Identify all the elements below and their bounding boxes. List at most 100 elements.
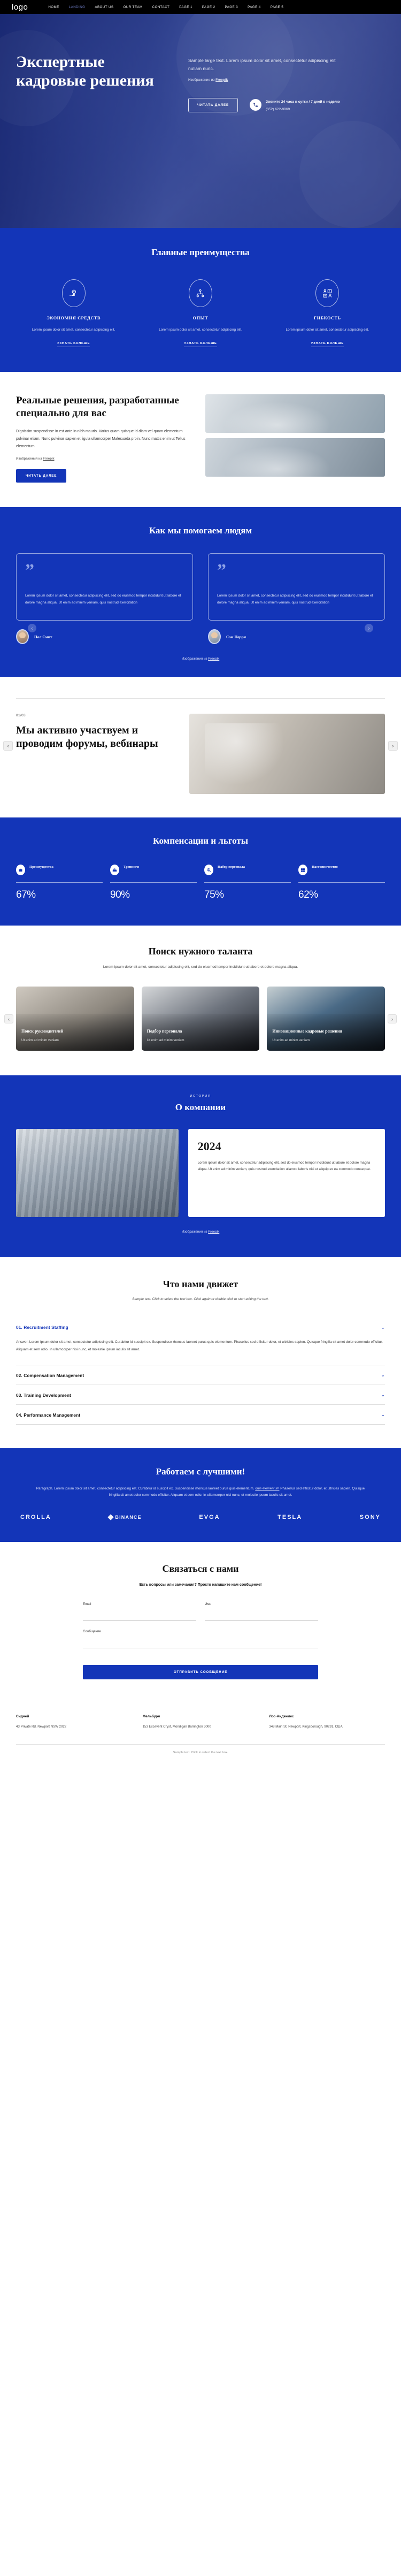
submit-message-button[interactable]: ОТПРАВИТЬ СООБЩЕНИЕ <box>83 1665 318 1680</box>
about-kicker: ИСТОРИЯ <box>190 1095 211 1098</box>
avatar <box>208 629 221 645</box>
contact-section: Связаться с нами Есть вопросы или замеча… <box>0 1542 401 1699</box>
about-credit-prefix: Изображения из <box>181 1230 209 1234</box>
hero-image-credit: Изображение из Freepik <box>188 78 385 82</box>
hero-credit-link[interactable]: Freepik <box>215 78 228 82</box>
hero-phone-text: Звоните 24 часа в сутки / 7 дней в недел… <box>266 99 340 112</box>
about-year-card: 2024 Lorem ipsum dolor sit amet, consect… <box>188 1129 385 1218</box>
group-icon <box>110 865 119 876</box>
nav-item-page-5[interactable]: PAGE 5 <box>271 5 284 9</box>
about-text: Lorem ipsum dolor sit amet, consectetur … <box>197 1161 371 1172</box>
faq-answer: Answer. Lorem ipsum dolor sit amet, cons… <box>16 1340 383 1351</box>
site-logo[interactable]: logo <box>12 3 28 12</box>
contact-lead: Есть вопросы или замечания? Просто напиш… <box>139 1583 262 1587</box>
chevron-down-icon[interactable]: ⌄ <box>381 1325 385 1330</box>
about-image-credit: Изображения из Freepik <box>16 1217 385 1236</box>
footer-office-address: 43 Private Rd, Newport NSW 2022 <box>16 1725 67 1729</box>
forum-slide-index: 01/03 <box>16 714 26 718</box>
nav-item-page-2[interactable]: PAGE 2 <box>202 5 215 9</box>
talent-next-arrow[interactable]: › <box>388 1014 397 1024</box>
chevron-down-icon[interactable]: ⌄ <box>381 1393 385 1397</box>
talent-card-desc: Ut enim ad minim veniam <box>21 1038 59 1043</box>
talent-prev-arrow[interactable]: ‹ <box>4 1014 13 1024</box>
solutions-photo-top <box>205 394 385 433</box>
nav-item-contact[interactable]: CONTACT <box>152 5 170 9</box>
stat-trainings: Тренинги 90% <box>110 865 197 901</box>
solutions-read-more-button[interactable]: ЧИТАТЬ ДАЛЕЕ <box>16 469 67 483</box>
site-footer: Сидней 43 Private Rd, Newport NSW 2022 М… <box>0 1699 401 1766</box>
faq-question: 02. Compensation Management <box>16 1372 84 1378</box>
solutions-credit-prefix: Изображения из <box>16 457 43 461</box>
stat-divider <box>16 882 103 883</box>
talent-card-executive-search[interactable]: Поиск руководителей Ut enim ad minim ven… <box>16 987 134 1051</box>
hand-coin-icon <box>61 279 86 307</box>
hero-read-more-button[interactable]: ЧИТАТЬ ДАЛЕЕ <box>188 97 238 112</box>
about-credit-link[interactable]: Freepik <box>208 1230 219 1234</box>
faq-item-compensation-management[interactable]: 02. Compensation Management ⌄ <box>16 1365 385 1385</box>
benefit-desc: Lorem ipsum dolor sit amet, consectetur … <box>286 328 369 332</box>
nav-item-page-4[interactable]: PAGE 4 <box>248 5 261 9</box>
talent-card-desc: Ut enim ad minim veniam <box>272 1038 310 1043</box>
partners-paragraph-link[interactable]: quis elementum <box>255 1487 279 1490</box>
testimonials-title: Как мы помогаем людям <box>149 525 252 536</box>
faq-question: 01. Recruitment Staffing <box>16 1325 68 1331</box>
stat-value: 67% <box>16 889 36 901</box>
talent-card-innovative-hr[interactable]: Инновационные кадровые решения Ut enim a… <box>267 987 385 1051</box>
talent-card-staff-selection[interactable]: Подбор персонала Ut enim ad minim veniam <box>141 987 260 1051</box>
partner-logo-binance[interactable]: BINANCE <box>107 1514 141 1520</box>
chevron-down-icon[interactable]: ⌄ <box>381 1373 385 1378</box>
partner-logo-evga[interactable]: EVGA <box>199 1514 220 1520</box>
message-field-wrap: Сообщение <box>83 1630 318 1651</box>
main-nav: HOME LANDING ABOUT US OUR TEAM CONTACT P… <box>48 5 283 9</box>
nav-item-home[interactable]: HOME <box>48 5 59 9</box>
nav-item-page-3[interactable]: PAGE 3 <box>225 5 238 9</box>
top-navbar: logo HOME LANDING ABOUT US OUR TEAM CONT… <box>0 0 401 14</box>
footer-office-address: 348 Main St, Newport, Kingsborough, 9029… <box>269 1725 343 1729</box>
forum-next-arrow[interactable]: › <box>388 741 398 751</box>
solutions-paragraph: Dignissim suspendisse in est ante in nib… <box>16 430 186 449</box>
phone-availability-label: Звоните 24 часа в сутки / 7 дней в недел… <box>266 100 340 104</box>
footer-office-melbourne: Мельбурн 153 Excevent Cryst, Mondigan Ba… <box>143 1715 259 1730</box>
name-label: Имя <box>205 1602 212 1607</box>
faq-item-recruitment-staffing[interactable]: 01. Recruitment Staffing ⌄ Answer. Lorem… <box>16 1317 385 1365</box>
faq-item-performance-management[interactable]: 04. Performance Management ⌄ <box>16 1405 385 1425</box>
testimonials-credit-link[interactable]: Freepik <box>208 657 219 661</box>
name-field-wrap: Имя <box>205 1602 318 1622</box>
partner-logos: CROLLA BINANCE EVGA TESLA SONY <box>16 1514 385 1520</box>
forum-section: ‹ › 01/03 Мы активно участвуем и проводи… <box>0 677 401 817</box>
benefit-learn-more-link[interactable]: УЗНАТЬ БОЛЬШЕ <box>57 342 90 347</box>
benefit-name: ЭКОНОМИЯ СРЕДСТВ <box>47 316 101 320</box>
talent-subtitle: Lorem ipsum dolor sit amet, consectetur … <box>103 965 298 969</box>
chevron-down-icon[interactable]: ⌄ <box>381 1412 385 1417</box>
forum-prev-arrow[interactable]: ‹ <box>3 741 13 751</box>
hero-title: Экспертные кадровые решения <box>16 53 154 90</box>
quote-icon: ” <box>25 561 34 581</box>
name-input[interactable] <box>205 1611 318 1622</box>
benefit-learn-more-link[interactable]: УЗНАТЬ БОЛЬШЕ <box>184 342 217 347</box>
solutions-image-credit: Изображения из Freepik <box>16 457 192 461</box>
talent-card-title: Подбор персонала <box>146 1028 182 1034</box>
partners-paragraph: Paragraph. Lorem ipsum dolor sit amet, c… <box>35 1486 366 1499</box>
stat-value: 90% <box>110 889 130 901</box>
footer-office-heading: Лос-Анджелес <box>269 1715 294 1719</box>
contact-form: Email Имя Сообщение ОТПРАВИТЬ СООБЩЕНИЕ <box>83 1602 318 1680</box>
nav-item-about-us[interactable]: ABOUT US <box>95 5 113 9</box>
forum-heading: Мы активно участвуем и проводим форумы, … <box>16 724 158 750</box>
nav-item-page-1[interactable]: PAGE 1 <box>179 5 192 9</box>
partner-logo-crolla[interactable]: CROLLA <box>20 1514 51 1520</box>
solutions-credit-link[interactable]: Freepik <box>43 457 54 461</box>
message-input[interactable] <box>83 1637 318 1649</box>
email-input[interactable] <box>83 1611 196 1622</box>
footer-note: Sample text. Click to select the text bo… <box>173 1751 228 1755</box>
stat-divider <box>204 882 291 883</box>
nav-item-landing[interactable]: LANDING <box>69 5 86 9</box>
faq-item-training-development[interactable]: 03. Training Development ⌄ <box>16 1385 385 1405</box>
nav-item-our-team[interactable]: OUR TEAM <box>124 5 143 9</box>
phone-number[interactable]: (352) 622-9969 <box>266 106 340 112</box>
faq-subtitle: Sample text. Click to select the text bo… <box>132 1297 269 1302</box>
stat-value: 62% <box>298 889 318 901</box>
partner-logo-tesla[interactable]: TESLA <box>277 1514 302 1520</box>
partner-logo-sony[interactable]: SONY <box>360 1514 381 1520</box>
benefit-card-experience: ОПЫТ Lorem ipsum dolor sit amet, consect… <box>143 279 258 347</box>
benefit-learn-more-link[interactable]: УЗНАТЬ БОЛЬШЕ <box>311 342 344 347</box>
